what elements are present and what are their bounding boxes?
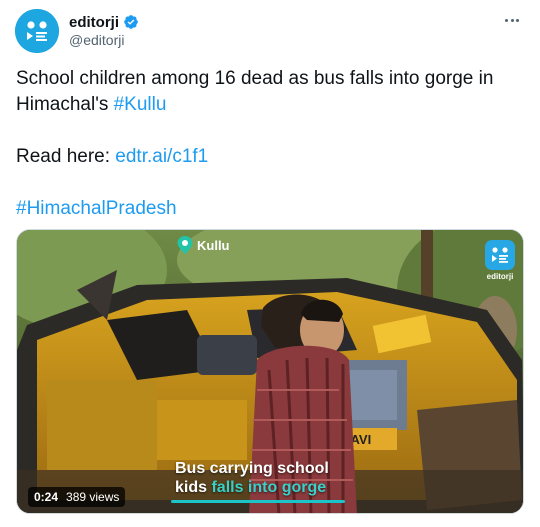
video-info-badge: 0:24 389 views xyxy=(28,487,126,507)
caption-highlight: falls into gorge xyxy=(211,479,327,496)
hashtag-kullu[interactable]: #Kullu xyxy=(114,94,167,115)
caption-underline xyxy=(171,500,345,503)
watermark-label: editorji xyxy=(486,272,514,281)
caption-line-2-plain: kids xyxy=(175,479,212,496)
editorji-logo-icon xyxy=(15,9,59,53)
more-options-icon[interactable] xyxy=(502,10,522,30)
tweet-headline: School children among 16 dead as bus fal… xyxy=(16,68,494,115)
video-views: 389 views xyxy=(66,490,120,504)
tweet-text: School children among 16 dead as bus fal… xyxy=(16,66,526,222)
tweet: editorji @editorji School children among… xyxy=(0,0,540,527)
caption-line-2: kids falls into gorge xyxy=(175,478,329,497)
author-handle[interactable]: @editorji xyxy=(69,32,124,48)
location-tag: Kullu xyxy=(177,236,230,254)
verified-badge-icon xyxy=(124,15,138,29)
location-label: Kullu xyxy=(197,237,230,253)
avatar[interactable] xyxy=(15,9,59,53)
video-caption: Bus carrying school kids falls into gorg… xyxy=(175,459,329,497)
tweet-line-1: School children among 16 dead as bus fal… xyxy=(16,66,526,118)
author-name-row[interactable]: editorji xyxy=(69,12,139,32)
tweet-line-2: Read here: edtr.ai/c1f1 xyxy=(16,144,526,170)
hashtag-himachal-pradesh[interactable]: #HimachalPradesh xyxy=(16,198,177,219)
article-link[interactable]: edtr.ai/c1f1 xyxy=(115,146,208,167)
display-name[interactable]: editorji xyxy=(69,14,119,31)
video-duration: 0:24 xyxy=(34,490,59,504)
location-pin-icon xyxy=(177,236,193,254)
read-label: Read here: xyxy=(16,146,116,167)
watermark: editorji xyxy=(483,240,517,286)
caption-line-1: Bus carrying school xyxy=(175,460,329,477)
watermark-logo-icon xyxy=(485,240,515,270)
video-player[interactable]: VAVI Kullu editorji Bus carrying school … xyxy=(16,229,524,514)
